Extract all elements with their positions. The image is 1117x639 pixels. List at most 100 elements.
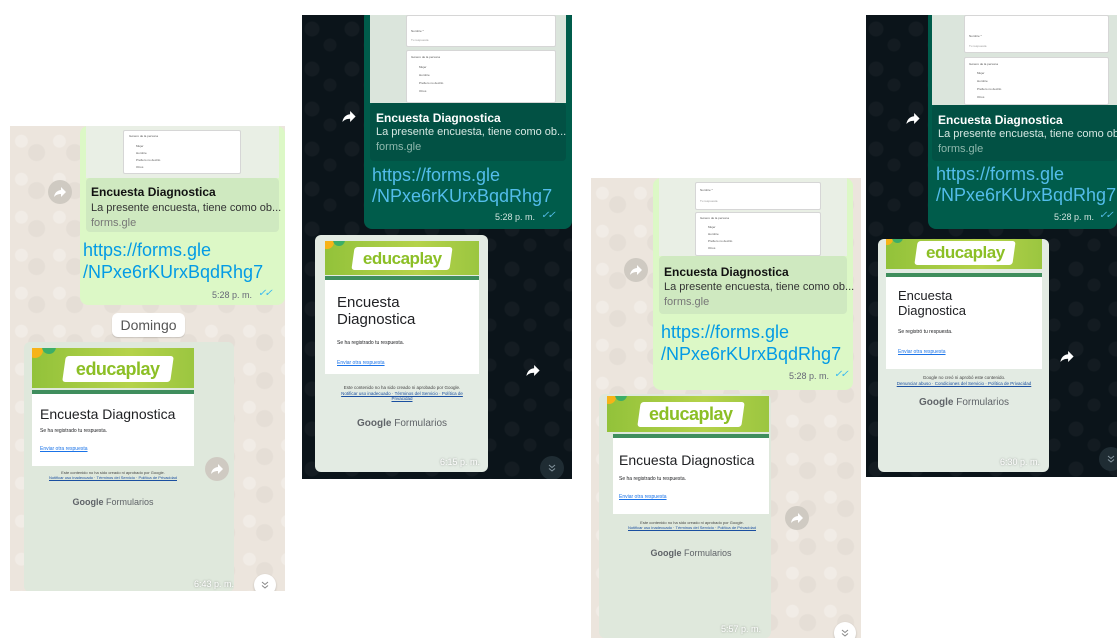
another-response-link[interactable]: Enviar otra respuesta — [40, 446, 88, 452]
form-title: Encuesta Diagnostica — [40, 406, 176, 422]
preview-option: Prefiero no decirlo — [419, 81, 444, 85]
educaplay-banner: educaplay — [325, 241, 479, 275]
sent-link-message[interactable]: Nombre * Tu respuesta Género de la perso… — [928, 15, 1117, 229]
forward-icon[interactable] — [902, 107, 924, 129]
link-preview-image: Género de la persona Mujer Hombre Prefie… — [86, 126, 279, 178]
received-image-message[interactable]: educaplay Encuesta Diagnostica Se regist… — [878, 239, 1049, 472]
forward-icon[interactable] — [1056, 345, 1078, 367]
link-preview-box[interactable]: Encuesta Diagnostica La presente encuest… — [370, 103, 566, 161]
forward-icon[interactable] — [785, 506, 809, 530]
form-title: Encuesta Diagnostica — [619, 452, 755, 468]
google-forms-logo: Google Formularios — [32, 497, 194, 507]
form-footer-links[interactable]: Denunciar abuso · Condiciones del Servic… — [890, 381, 1038, 387]
sent-time: 5:28 p. m. — [1054, 212, 1095, 222]
form-footer-links-text[interactable]: Notificar uso inadecuado · Términos del … — [628, 525, 756, 530]
form-footer: Google no creó ni aprobó este contenido.… — [890, 375, 1038, 386]
sent-link-message[interactable]: Nombre * Tu respuesta Género de la perso… — [364, 15, 572, 229]
link-preview-title: Encuesta Diagnostica — [376, 111, 501, 125]
scroll-down-button[interactable] — [254, 574, 276, 591]
forward-icon[interactable] — [624, 258, 648, 282]
forward-icon[interactable] — [338, 105, 360, 127]
link-line-2[interactable]: /NPxe6rKUrxBqdRhg7 — [661, 344, 841, 365]
form-footer-links[interactable]: Notificar uso inadecuado · Términos del … — [38, 475, 188, 480]
received-image-message[interactable]: educaplay Encuesta Diagnostica Se ha reg… — [599, 394, 771, 638]
link-line-1[interactable]: https://forms.gle — [661, 322, 789, 343]
link-preview-box[interactable]: Encuesta Diagnostica La presente encuest… — [932, 105, 1117, 161]
google-text: Google — [72, 497, 104, 507]
chat-screenshot-4: Nombre * Tu respuesta Género de la perso… — [866, 15, 1117, 477]
educaplay-logo: educaplay — [62, 356, 174, 382]
forward-icon[interactable] — [522, 359, 544, 381]
link-preview-box[interactable]: Encuesta Diagnostica La presente encuest… — [86, 178, 281, 232]
preview-form-card: Género de la persona Mujer Hombre Prefie… — [123, 130, 241, 174]
formularios-text: Formularios — [394, 418, 448, 429]
link-preview-description: La presente encuesta, tiene como ob... — [938, 128, 1117, 140]
form-response-card: Encuesta Diagnostica Se ha registrado tu… — [325, 280, 479, 374]
link-line-2[interactable]: /NPxe6rKUrxBqdRhg7 — [936, 185, 1116, 206]
another-response-link[interactable]: Enviar otra respuesta — [337, 360, 385, 366]
form-title: Encuesta Diagnostica — [898, 288, 966, 318]
received-image-message[interactable]: educaplay Encuesta Diagnostica Se ha reg… — [24, 342, 234, 591]
educaplay-banner: educaplay — [607, 396, 769, 432]
google-forms-logo: Google Formularios — [325, 418, 479, 429]
received-time: 6:30 p. m. — [1000, 457, 1041, 467]
sent-link-message[interactable]: Nombre * Tu respuesta Género de la perso… — [653, 178, 854, 390]
formularios-text: Formularios — [684, 548, 732, 558]
form-footer-links-text[interactable]: Notificar uso inadecuado · Términos del … — [49, 475, 177, 480]
link-line-1[interactable]: https://forms.gle — [83, 240, 211, 261]
preview-form-card: Nombre * Tu respuesta — [406, 15, 556, 47]
form-message: Se registró tu respuesta. — [898, 329, 953, 335]
preview-form-card: Nombre * Tu respuesta — [695, 182, 821, 210]
link-line-2[interactable]: /NPxe6rKUrxBqdRhg7 — [83, 262, 263, 283]
link-preview-description: La presente encuesta, tiene como ob... — [376, 126, 567, 138]
link-line-1[interactable]: https://forms.gle — [936, 164, 1064, 185]
form-message: Se ha registrado tu respuesta. — [40, 428, 107, 434]
sent-time: 5:28 p. m. — [789, 371, 830, 381]
chat-screenshot-3: Nombre * Tu respuesta Género de la perso… — [591, 178, 861, 638]
link-line-1[interactable]: https://forms.gle — [372, 165, 500, 186]
another-response-link[interactable]: Enviar otra respuesta — [619, 494, 667, 500]
formularios-text: Formularios — [106, 497, 154, 507]
received-time: 6:15 p. m. — [440, 457, 481, 467]
educaplay-banner: educaplay — [32, 348, 194, 388]
link-preview-domain: forms.gle — [91, 217, 137, 229]
read-ticks-icon: ✓✓ — [1099, 210, 1114, 221]
preview-option: Mujer — [419, 65, 427, 69]
scroll-down-button[interactable] — [1099, 447, 1117, 471]
scroll-down-button[interactable] — [834, 622, 856, 638]
preview-option: Mujer — [708, 225, 716, 229]
preview-field-label: Nombre * — [969, 34, 982, 38]
google-text: Google — [918, 397, 954, 408]
forward-icon[interactable] — [205, 457, 229, 481]
link-preview-box[interactable]: Encuesta Diagnostica La presente encuest… — [659, 256, 854, 314]
preview-gender-label: Género de la persona — [411, 55, 441, 59]
sent-link-message[interactable]: Género de la persona Mujer Hombre Prefie… — [80, 126, 285, 305]
link-preview-title: Encuesta Diagnostica — [938, 113, 1063, 127]
link-preview-image: Nombre * Tu respuesta Género de la perso… — [932, 15, 1117, 105]
preview-option: Prefiero no decirlo — [708, 239, 733, 243]
link-preview-image: Nombre * Tu respuesta Género de la perso… — [370, 15, 566, 103]
preview-option: Hombre — [977, 79, 988, 83]
form-message: Se ha registrado tu respuesta. — [337, 340, 404, 346]
form-footer-links-text[interactable]: Denunciar abuso · Condiciones del Servic… — [897, 381, 1032, 386]
formularios-text: Formularios — [956, 397, 1010, 408]
educaplay-banner: educaplay — [886, 239, 1042, 269]
link-line-2[interactable]: /NPxe6rKUrxBqdRhg7 — [372, 186, 552, 207]
forward-icon[interactable] — [48, 180, 72, 204]
form-footer-links-text[interactable]: Notificar uso inadecuado · Términos del … — [341, 391, 463, 402]
link-preview-domain: forms.gle — [938, 143, 984, 155]
another-response-link[interactable]: Enviar otra respuesta — [898, 349, 946, 355]
preview-form-card: Género de la persona Mujer Hombre Prefie… — [695, 212, 821, 256]
link-preview-description: La presente encuesta, tiene como ob... — [664, 281, 855, 293]
preview-option: Hombre — [708, 232, 719, 236]
scroll-down-button[interactable] — [540, 456, 564, 479]
preview-option: Otros — [136, 165, 144, 169]
chevron-double-down-icon — [1107, 455, 1115, 463]
form-footer-links[interactable]: Notificar uso inadecuado · Términos del … — [333, 391, 471, 402]
received-image-message[interactable]: educaplay Encuesta Diagnostica Se ha reg… — [315, 235, 488, 472]
preview-field-label: Nombre * — [700, 188, 713, 192]
form-footer: Este contenido no ha sido creado ni apro… — [38, 470, 188, 480]
form-footer-links[interactable]: Notificar uso inadecuado · Términos del … — [617, 525, 767, 530]
preview-form-card: Género de la persona Mujer Hombre Prefie… — [964, 57, 1109, 105]
preview-gender-label: Género de la persona — [969, 62, 999, 66]
